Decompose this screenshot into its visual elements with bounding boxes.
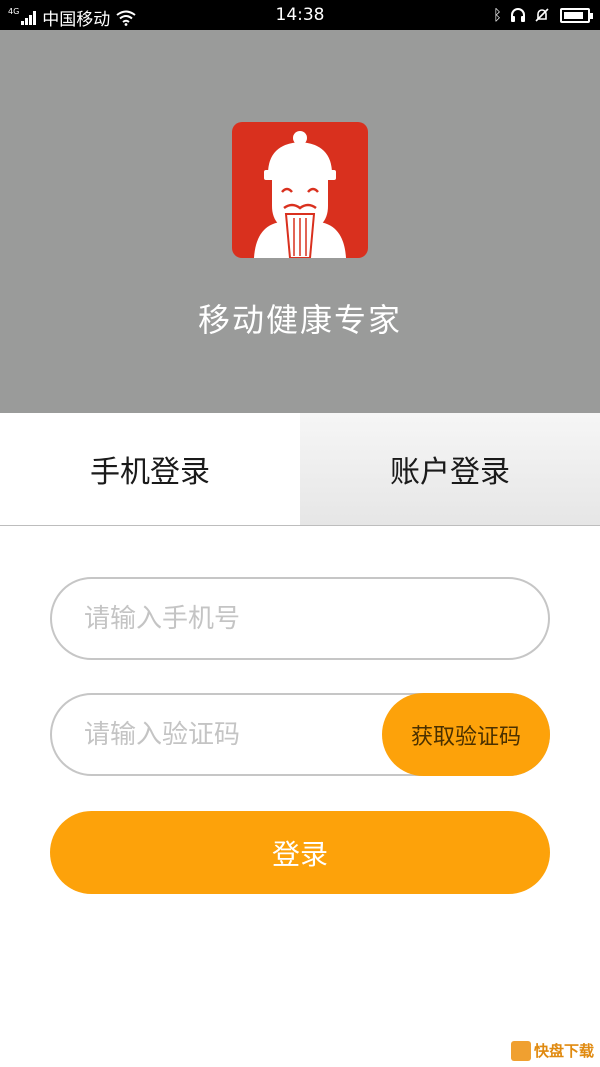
bluetooth-icon: ᛒ	[492, 6, 502, 24]
watermark-title: 快盘下载	[533, 1042, 594, 1060]
verification-code-input[interactable]	[84, 695, 384, 774]
tab-account-login[interactable]: 账户登录	[300, 413, 600, 525]
get-code-button[interactable]: 获取验证码	[382, 693, 550, 776]
app-name: 移动健康专家	[197, 301, 402, 339]
status-right: ᛒ	[485, 6, 593, 24]
tab-phone-login[interactable]: 手机登录	[0, 413, 300, 525]
battery-level	[564, 11, 583, 19]
phone-input[interactable]	[84, 579, 514, 658]
elder-doctor-logo	[232, 122, 368, 258]
watermark-text: 快盘下载	[534, 1043, 594, 1059]
watermark: 快盘下载	[510, 1041, 594, 1061]
mute-bell-icon	[535, 8, 549, 22]
phone-field	[50, 577, 550, 660]
watermark-logo	[510, 1041, 531, 1061]
login-button[interactable]: 登录	[50, 811, 550, 894]
status-bar: 4G 中国移动 14:38 ᛒ	[0, 0, 600, 30]
headset-icon	[511, 8, 525, 22]
login-tabs: 手机登录 账户登录	[0, 413, 600, 526]
code-field: 获取验证码	[50, 693, 550, 776]
battery-icon	[560, 7, 593, 23]
app-header: 移动健康专家	[0, 30, 600, 413]
